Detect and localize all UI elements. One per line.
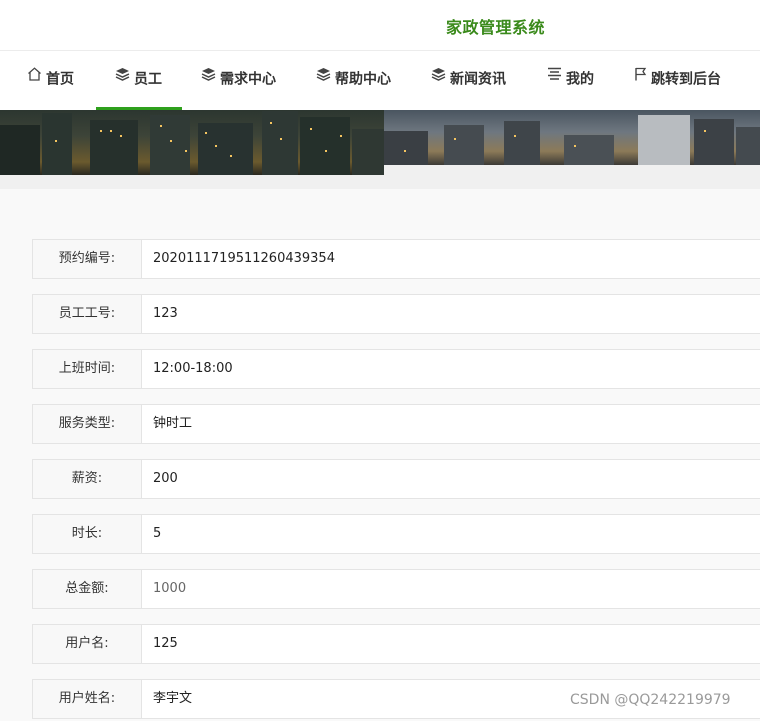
form-row-username: 用户名: 125 bbox=[32, 624, 760, 664]
work-time-value: 12:00-18:00 bbox=[153, 361, 233, 376]
username-value: 125 bbox=[153, 636, 178, 651]
nav-item-mine[interactable]: 我的 bbox=[547, 51, 594, 110]
form-label: 薪资: bbox=[33, 460, 142, 498]
nav-label: 需求中心 bbox=[220, 71, 276, 88]
nav-item-home[interactable]: 首页 bbox=[27, 51, 74, 110]
form-row-total-amount: 总金额: 1000 bbox=[32, 569, 760, 609]
form-row-staff-number: 员工工号: 123 bbox=[32, 294, 760, 334]
banner-image-right bbox=[384, 110, 760, 165]
nav-label: 首页 bbox=[46, 71, 74, 88]
staff-number-value: 123 bbox=[153, 306, 178, 321]
form-row-service-type: 服务类型: 钟时工 bbox=[32, 404, 760, 444]
form-row-booking-id: 预约编号: 20201117195112604393​54 bbox=[32, 239, 760, 279]
nav-item-demand-center[interactable]: 需求中心 bbox=[201, 51, 276, 110]
nav-label: 员工 bbox=[134, 71, 162, 88]
form-label: 员工工号: bbox=[33, 295, 142, 333]
nav-label: 跳转到后台 bbox=[651, 71, 721, 88]
form-label: 预约编号: bbox=[33, 240, 142, 278]
site-title: 家政管理系统 bbox=[446, 18, 546, 37]
watermark: CSDN @QQ242219979 bbox=[570, 692, 731, 708]
home-icon bbox=[27, 49, 42, 106]
flag-icon bbox=[634, 49, 647, 106]
nav-item-help-center[interactable]: 帮助中心 bbox=[316, 51, 391, 110]
layers-icon bbox=[115, 49, 130, 106]
layers-icon bbox=[431, 49, 446, 106]
form-row-duration: 时长: 5 bbox=[32, 514, 760, 554]
form-label: 用户姓名: bbox=[33, 680, 142, 718]
nav-label: 帮助中心 bbox=[335, 71, 391, 88]
nav-label: 我的 bbox=[566, 71, 594, 88]
nav-item-staff[interactable]: 员工 bbox=[96, 49, 182, 111]
form-label: 服务类型: bbox=[33, 405, 142, 443]
banner bbox=[0, 110, 760, 189]
form-label: 总金额: bbox=[33, 570, 142, 608]
salary-value: 200 bbox=[153, 471, 178, 486]
nav-item-news[interactable]: 新闻资讯 bbox=[431, 51, 506, 110]
duration-value: 5 bbox=[153, 526, 162, 541]
form-label: 时长: bbox=[33, 515, 142, 553]
layers-icon bbox=[316, 49, 331, 106]
main-nav: 首页 员工 需求中心 帮助中心 新闻资讯 我的 跳转到后台 bbox=[0, 49, 760, 111]
form-label: 用户名: bbox=[33, 625, 142, 663]
form-row-salary: 薪资: 200 bbox=[32, 459, 760, 499]
service-type-value: 钟时工 bbox=[153, 416, 193, 431]
top-bar: 家政管理系统 bbox=[0, 0, 760, 50]
user-fullname-value: 李宇文 bbox=[153, 691, 193, 706]
list-icon bbox=[547, 49, 562, 106]
nav-label: 新闻资讯 bbox=[450, 71, 506, 88]
layers-icon bbox=[201, 49, 216, 106]
total-amount-value: 1000 bbox=[153, 581, 187, 596]
nav-item-admin[interactable]: 跳转到后台 bbox=[634, 51, 721, 110]
form-row-work-time: 上班时间: 12:00-18:00 bbox=[32, 349, 760, 389]
booking-id-value: 20201117195112604393​54 bbox=[153, 251, 335, 266]
banner-image-left bbox=[0, 110, 384, 175]
form-label: 上班时间: bbox=[33, 350, 142, 388]
